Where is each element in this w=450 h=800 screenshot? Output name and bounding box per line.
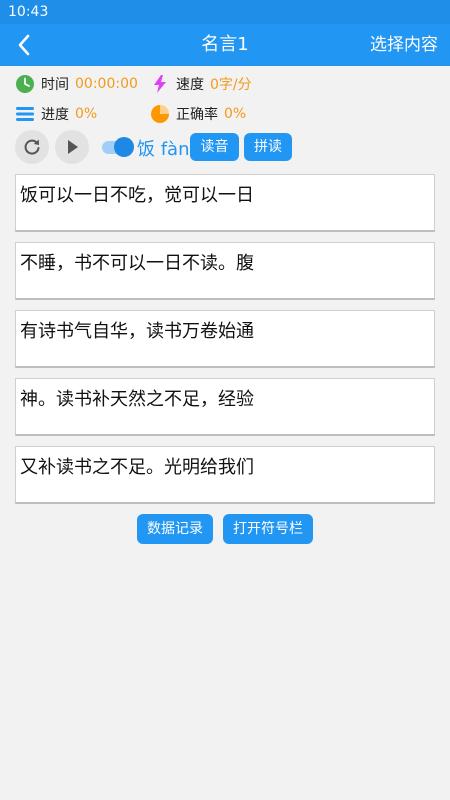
app-bar: 名言1 选择内容 [0, 24, 450, 66]
back-button[interactable] [12, 32, 38, 58]
time-label: 时间 [41, 77, 69, 93]
spell-button[interactable]: 拼读 [244, 133, 292, 161]
accuracy-value: 0% [224, 106, 247, 122]
time-stat: 时间 00:00:00 [15, 74, 138, 94]
select-content-button[interactable]: 选择内容 [370, 24, 438, 66]
list-icon [15, 104, 35, 124]
speed-stat: 速度 0字/分 [150, 74, 252, 94]
text-line-box[interactable]: 有诗书气自华，读书万卷始通 [15, 310, 435, 368]
accuracy-stat: 正确率 0% [150, 104, 246, 124]
play-icon [68, 140, 78, 154]
reset-button[interactable] [15, 130, 49, 164]
read-button[interactable]: 读音 [190, 133, 239, 161]
text-line-box[interactable]: 不睡，书不可以一日不读。腹 [15, 242, 435, 300]
speed-label: 速度 [176, 77, 204, 93]
text-line-box[interactable]: 饭可以一日不吃，觉可以一日 [15, 174, 435, 232]
refresh-icon [24, 139, 40, 155]
status-time: 10:43 [8, 4, 49, 20]
text-line-box[interactable]: 又补读书之不足。光明给我们 [15, 446, 435, 504]
progress-stat: 进度 0% [15, 104, 97, 124]
pinyin-label: 饭 fàn [137, 139, 190, 160]
progress-label: 进度 [41, 107, 69, 123]
data-records-button[interactable]: 数据记录 [137, 514, 213, 544]
clock-icon [15, 74, 35, 94]
status-bar: 10:43 [0, 0, 450, 24]
pie-chart-icon [150, 104, 170, 124]
pinyin-toggle[interactable] [102, 137, 134, 157]
lightning-icon [150, 74, 170, 94]
text-line-box[interactable]: 神。读书补天然之不足，经验 [15, 378, 435, 436]
time-value: 00:00:00 [75, 76, 138, 92]
progress-value: 0% [75, 106, 98, 122]
toggle-knob [114, 137, 134, 157]
chevron-left-icon [18, 34, 30, 56]
accuracy-label: 正确率 [176, 107, 218, 123]
open-symbols-button[interactable]: 打开符号栏 [223, 514, 313, 544]
speed-value: 0字/分 [210, 77, 252, 93]
play-button[interactable] [55, 130, 89, 164]
